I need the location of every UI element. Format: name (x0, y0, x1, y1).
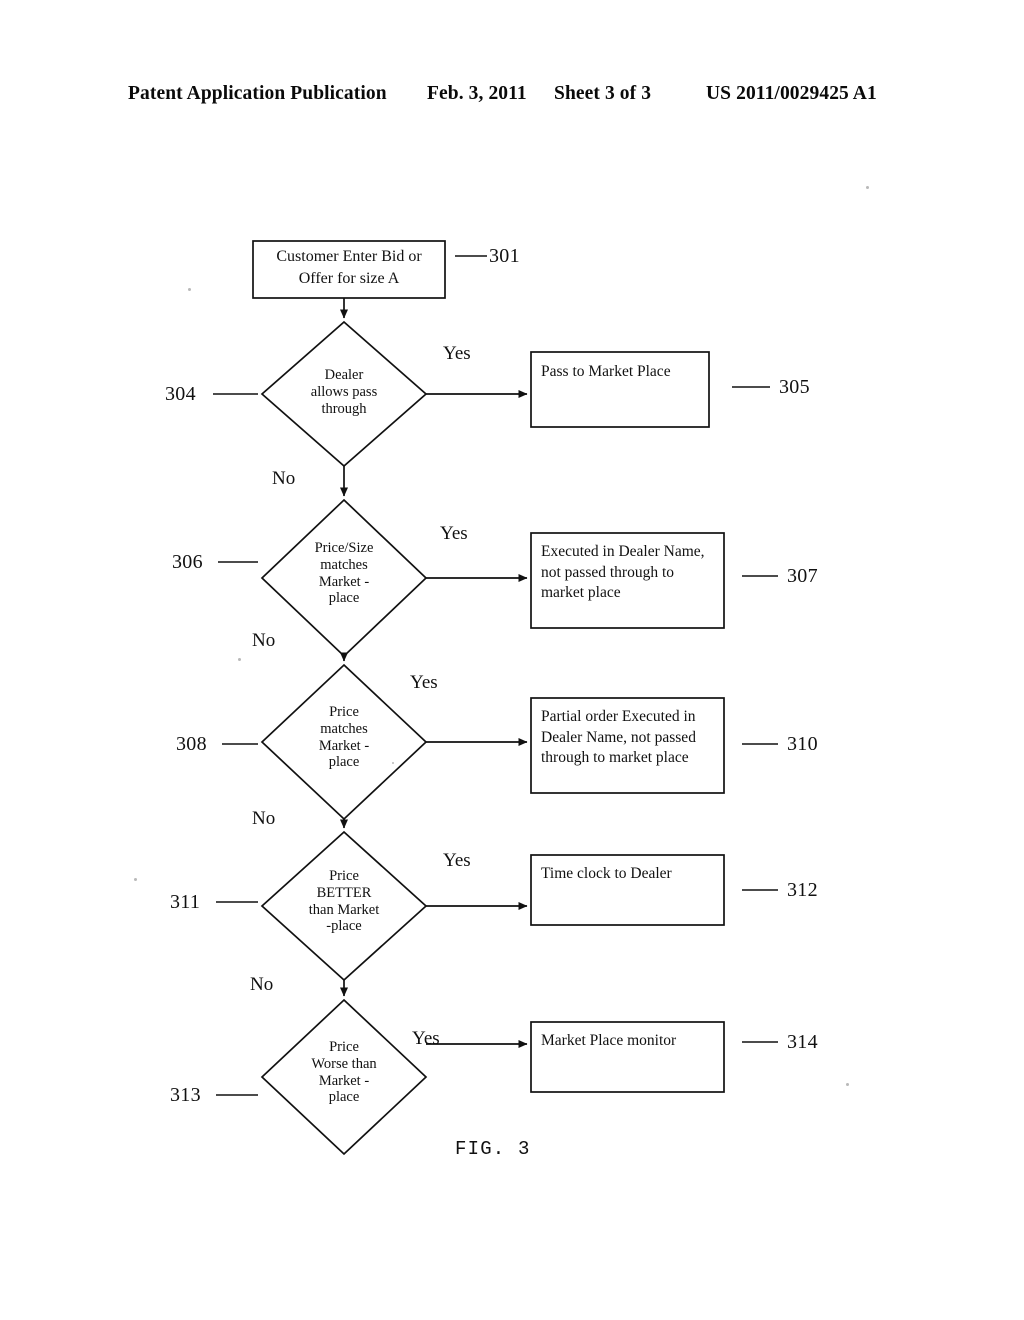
ref-num-308: 308 (176, 733, 207, 755)
edge-label-304-no: No (272, 468, 296, 489)
scan-speck (846, 1083, 849, 1086)
ref-num-311: 311 (170, 891, 201, 913)
edge-label-306-yes: Yes (440, 523, 468, 544)
scan-speck (866, 186, 869, 189)
ref-num-313: 313 (170, 1084, 201, 1106)
scan-speck (392, 762, 394, 764)
node-312-label: Time clock to Dealer (541, 865, 672, 882)
flowchart-svg (213, 240, 778, 1156)
ref-num-306: 306 (172, 551, 203, 573)
scan-speck (238, 658, 241, 661)
edge-label-313-yes: Yes (412, 1028, 440, 1049)
edge-label-311-no: No (250, 974, 274, 995)
node-313-shape (260, 998, 428, 1156)
ref-num-310: 310 (787, 733, 818, 755)
node-306-shape (260, 498, 428, 658)
ref-num-304: 304 (165, 383, 196, 405)
node-304-shape (260, 320, 428, 468)
ref-num-307: 307 (787, 565, 818, 587)
scan-speck (134, 878, 137, 881)
patent-figure: Customer Enter Bid or Offer for size A D… (0, 0, 1024, 1320)
edge-label-306-no: No (252, 630, 276, 651)
edge-label-311-yes: Yes (443, 850, 471, 871)
node-314-label: Market Place monitor (541, 1032, 677, 1049)
ref-num-312: 312 (787, 879, 818, 901)
node-307-label: Executed in Dealer Name, not passed thro… (541, 543, 705, 602)
scan-speck (188, 288, 191, 291)
node-305-label: Pass to Market Place (541, 363, 671, 380)
edge-label-304-yes: Yes (443, 343, 471, 364)
node-308-shape (260, 663, 428, 821)
figure-caption: FIG. 3 (455, 1138, 531, 1160)
node-310-label: Partial order Executed in Dealer Name, n… (541, 708, 696, 767)
ref-num-301: 301 (489, 245, 520, 267)
ref-num-314: 314 (787, 1031, 818, 1053)
node-301-shape (252, 240, 446, 299)
edge-label-308-yes: Yes (410, 672, 438, 693)
edge-label-308-no: No (252, 808, 276, 829)
ref-num-305: 305 (779, 376, 810, 398)
node-311-shape (260, 830, 428, 982)
